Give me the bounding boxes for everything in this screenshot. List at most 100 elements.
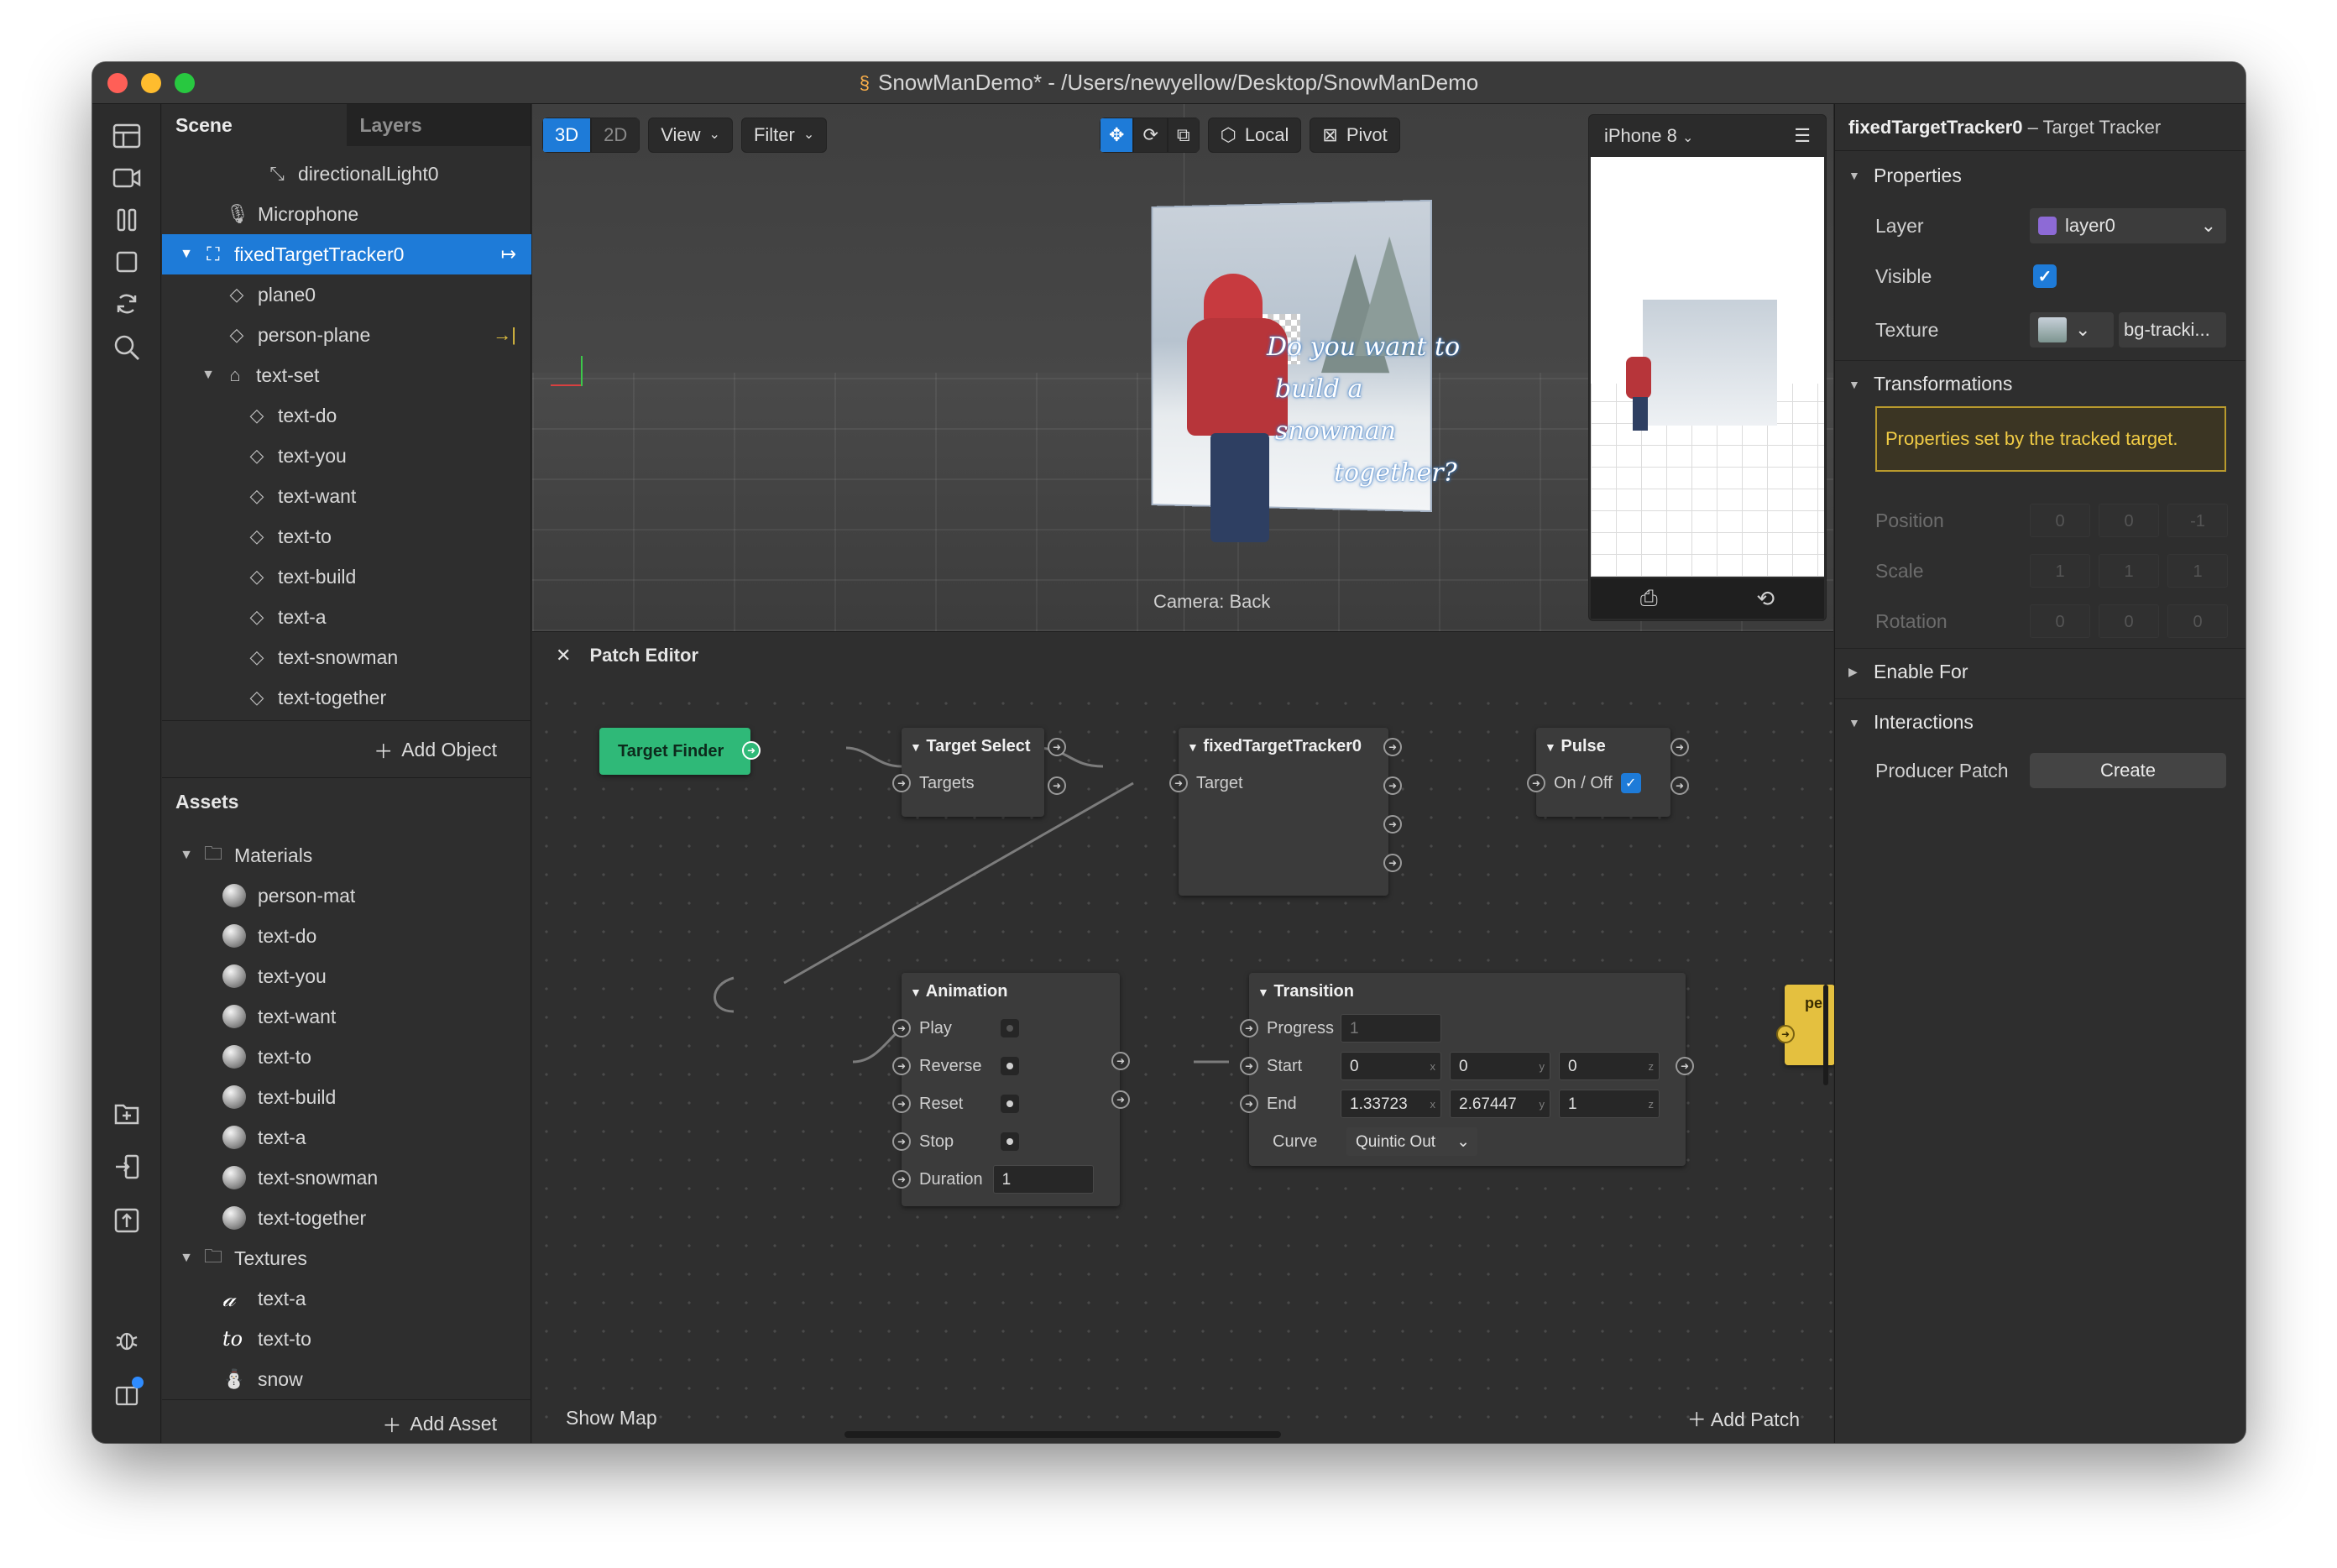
input-port[interactable]: ➜ xyxy=(892,1057,911,1075)
progress-field[interactable]: 1 xyxy=(1341,1014,1441,1043)
scene-item-text-a[interactable]: ◇ text-a xyxy=(162,597,531,637)
input-port[interactable]: ➜ xyxy=(892,774,911,792)
expand-arrow-icon[interactable]: ▼ xyxy=(199,368,217,383)
materials-folder[interactable]: ▼ 🗀 Materials xyxy=(162,835,531,875)
texture-item[interactable]: 𝒶 text-a xyxy=(162,1278,531,1319)
rotate-device-icon[interactable]: ⟲ xyxy=(1756,586,1775,612)
input-port[interactable]: ➜ xyxy=(1169,774,1188,792)
output-port[interactable]: ➜ xyxy=(1676,1057,1694,1075)
collapse-arrow-icon[interactable]: ▼ xyxy=(910,740,922,754)
collapse-arrow-icon[interactable]: ▼ xyxy=(910,985,922,999)
end-z-field[interactable]: 1z xyxy=(1559,1090,1660,1118)
input-port[interactable]: ➜ xyxy=(892,1132,911,1151)
filter-dropdown[interactable]: Filter ⌄ xyxy=(740,118,828,153)
add-patch-button[interactable]: ＋ Add Patch xyxy=(1687,1403,1800,1432)
interactions-section[interactable]: ▼ Interactions xyxy=(1835,698,2246,745)
start-y-field[interactable]: 0y xyxy=(1450,1052,1550,1080)
scene-item-text-you[interactable]: ◇ text-you xyxy=(162,436,531,476)
output-port[interactable]: ➜ xyxy=(1111,1052,1130,1070)
bug-icon[interactable] xyxy=(108,1321,145,1358)
output-port[interactable]: ➜ xyxy=(1383,854,1402,872)
video-icon[interactable] xyxy=(108,159,145,196)
end-x-field[interactable]: 1.33723 x xyxy=(1341,1090,1441,1118)
expand-arrow-icon[interactable]: ▼ xyxy=(177,1251,196,1266)
stop-toggle[interactable] xyxy=(1001,1132,1019,1151)
scale-tool-icon[interactable]: ⧉ xyxy=(1167,118,1200,153)
device-screen[interactable] xyxy=(1591,157,1824,577)
visible-checkbox[interactable]: ✓ xyxy=(2033,264,2057,288)
view-dropdown[interactable]: View ⌄ xyxy=(648,118,733,153)
input-port[interactable]: ➜ xyxy=(1240,1057,1258,1075)
input-port[interactable]: ➜ xyxy=(1240,1019,1258,1037)
tab-layers[interactable]: Layers xyxy=(346,104,531,146)
properties-section[interactable]: ▼ Properties xyxy=(1835,152,2246,199)
vertical-scrollbar[interactable] xyxy=(1823,985,1828,1085)
local-space-button[interactable]: ⬡ Local xyxy=(1207,118,1302,153)
input-port[interactable]: ➜ xyxy=(892,1019,911,1037)
device-selector[interactable]: iPhone 8 ⌄ xyxy=(1604,125,1693,147)
reverse-toggle[interactable] xyxy=(1001,1057,1019,1075)
play-toggle[interactable] xyxy=(1001,1019,1019,1037)
texture-item[interactable]: ⛄ snow xyxy=(162,1359,531,1399)
material-item[interactable]: text-snowman xyxy=(162,1158,531,1198)
transition-node[interactable]: ▼ Transition ➜ Progress 1 ➜ Start 0x 0y 0z … xyxy=(1240,973,1694,1166)
output-port[interactable]: ➜ xyxy=(742,741,761,760)
create-button[interactable]: Create xyxy=(2030,753,2226,788)
close-window-button[interactable] xyxy=(107,73,128,93)
pivot-button[interactable]: ⊠ Pivot xyxy=(1310,118,1400,153)
tab-scene[interactable]: Scene xyxy=(162,104,347,146)
rotate-tool-icon[interactable]: ⟳ xyxy=(1133,118,1168,153)
output-port[interactable]: ➜ xyxy=(1048,776,1066,795)
textures-folder[interactable]: ▼ 🗀 Textures xyxy=(162,1238,531,1278)
scene-item-text-set[interactable]: ▼ ⌂ text-set xyxy=(162,355,531,395)
collapse-arrow-icon[interactable]: ▼ xyxy=(1187,740,1199,754)
pulse-node[interactable]: ▼ Pulse ➜ On / Off ✓ ➜ ➜ xyxy=(1527,728,1689,817)
expand-arrow-icon[interactable]: ▼ xyxy=(177,848,196,863)
scene-item-text-snowman[interactable]: ◇ text-snowman xyxy=(162,637,531,677)
book-icon[interactable] xyxy=(108,1377,145,1414)
output-port[interactable]: ➜ xyxy=(1670,776,1689,795)
minimize-window-button[interactable] xyxy=(141,73,161,93)
texture-item[interactable]: to text-to xyxy=(162,1319,531,1359)
show-map-button[interactable]: Show Map xyxy=(566,1407,657,1429)
collapse-arrow-icon[interactable]: ▼ xyxy=(1257,985,1269,999)
collapse-arrow-icon[interactable]: ▼ xyxy=(1545,740,1556,754)
output-port[interactable]: ➜ xyxy=(1383,815,1402,834)
material-item[interactable]: person-mat xyxy=(162,875,531,916)
layout-icon[interactable] xyxy=(108,118,145,154)
scene-item-plane0[interactable]: ◇ plane0 xyxy=(162,274,531,315)
scene-item-microphone[interactable]: 🎙 Microphone xyxy=(162,194,531,234)
material-item[interactable]: text-together xyxy=(162,1198,531,1238)
output-port[interactable]: ➜ xyxy=(1383,776,1402,795)
input-port[interactable]: ➜ xyxy=(1776,1025,1795,1043)
animation-node[interactable]: ▼ Animation ➜ Play ➜ Reverse ➜ Reset ➜ Stop … xyxy=(892,973,1130,1206)
target-finder-node[interactable]: Target Finder ➜ xyxy=(599,728,761,775)
link-arrow-icon[interactable]: ↦ xyxy=(501,243,516,265)
scene-viewport[interactable]: 3D 2D View ⌄ Filter ⌄ ✥ ⟳ ⧉ ⬡ Local ⊠ Pi… xyxy=(532,104,1833,631)
search-icon[interactable] xyxy=(108,329,145,366)
material-item[interactable]: text-want xyxy=(162,996,531,1037)
start-z-field[interactable]: 0z xyxy=(1559,1052,1660,1080)
mode-3d-button[interactable]: 3D xyxy=(542,118,592,153)
output-port[interactable]: ➜ xyxy=(1048,738,1066,756)
transformations-section[interactable]: ▼ Transformations xyxy=(1835,360,2246,407)
tracker-node[interactable]: ▼ fixedTargetTracker0 ➜ Target ➜ ➜ ➜ ➜ xyxy=(1169,728,1402,896)
material-item[interactable]: text-do xyxy=(162,916,531,956)
output-port[interactable]: ➜ xyxy=(1111,1090,1130,1109)
on-off-checkbox[interactable]: ✓ xyxy=(1620,773,1641,793)
target-select-node[interactable]: ▼ Target Select ➜ Targets ➜ ➜ xyxy=(892,728,1066,817)
track-target-icon[interactable]: →| xyxy=(493,324,516,346)
texture-picker[interactable]: ⌄ xyxy=(2030,312,2114,348)
duration-field[interactable]: 1 xyxy=(992,1165,1094,1194)
material-item[interactable]: text-to xyxy=(162,1037,531,1077)
scene-item-text-do[interactable]: ◇ text-do xyxy=(162,395,531,436)
rotate-icon[interactable] xyxy=(108,285,145,322)
square-icon[interactable] xyxy=(108,243,145,280)
screenshot-icon[interactable]: ⎙ xyxy=(1640,585,1658,612)
expand-arrow-icon[interactable]: ▼ xyxy=(177,247,196,262)
scene-item-text-build[interactable]: ◇ text-build xyxy=(162,557,531,597)
scene-item-fixed-target-tracker[interactable]: ▼ ⛶ fixedTargetTracker0 ↦ xyxy=(162,234,531,274)
scene-item-text-to[interactable]: ◇ text-to xyxy=(162,516,531,557)
scene-item-person-plane[interactable]: ◇ person-plane →| xyxy=(162,315,531,355)
material-item[interactable]: text-build xyxy=(162,1077,531,1117)
